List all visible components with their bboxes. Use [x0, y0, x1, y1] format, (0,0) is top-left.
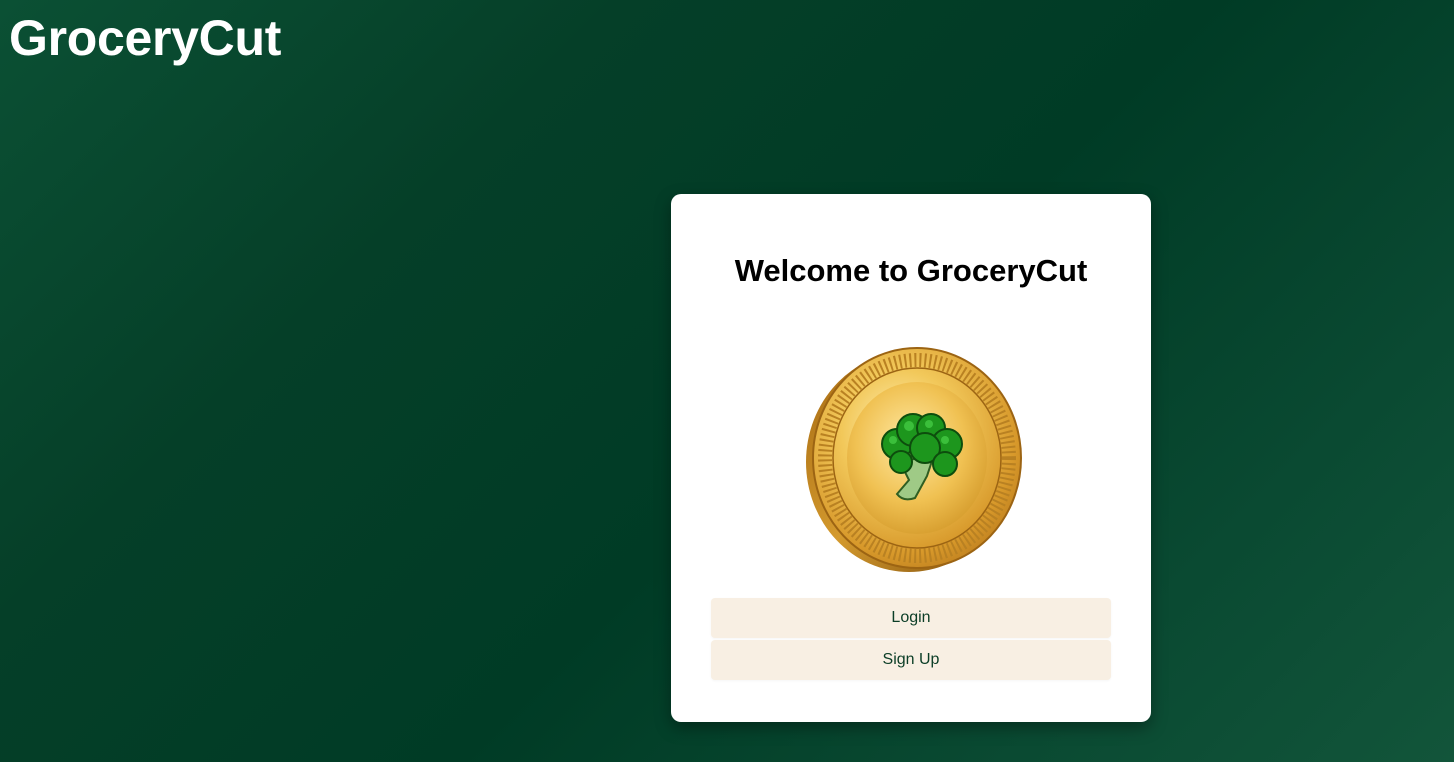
welcome-card: Welcome to GroceryCut Login Sign Up: [671, 194, 1151, 722]
app-title: GroceryCut: [9, 10, 282, 66]
login-button[interactable]: Login: [711, 598, 1111, 638]
welcome-heading: Welcome to GroceryCut: [734, 253, 1088, 288]
signup-button[interactable]: Sign Up: [711, 640, 1111, 680]
gold-coin-broccoli-icon: [806, 347, 1022, 572]
